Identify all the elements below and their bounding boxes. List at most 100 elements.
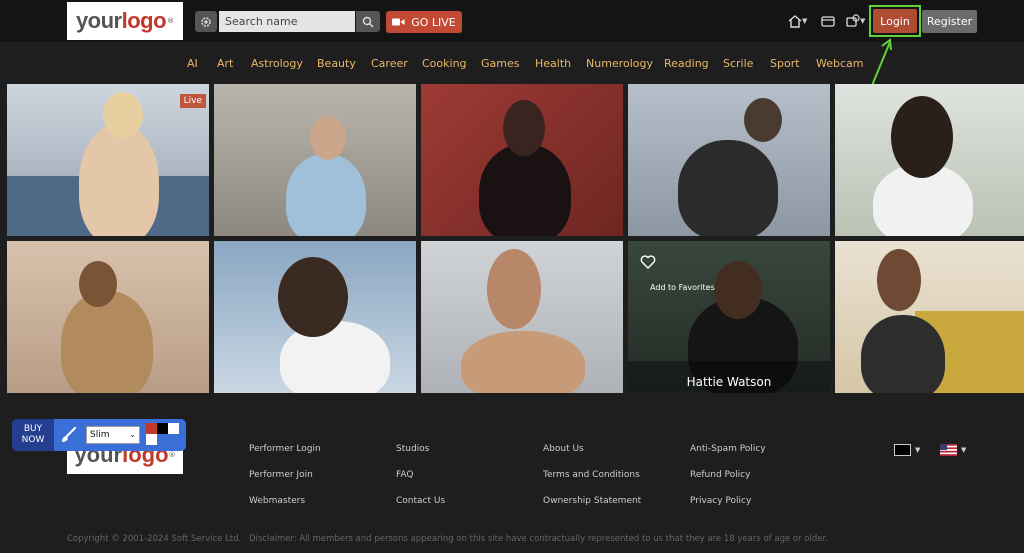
camera-settings-menu[interactable]: ▼: [846, 12, 865, 30]
performer-photo: [61, 291, 153, 393]
live-badge: Live: [179, 94, 206, 108]
performer-photo: [461, 331, 585, 393]
category-scrile[interactable]: Scrile: [723, 57, 753, 70]
logo-word-your: your: [75, 8, 122, 33]
performer-card-hovered[interactable]: Add to Favorites Hattie Watson: [628, 241, 830, 393]
home-menu[interactable]: ▼: [788, 12, 807, 30]
swatch-red[interactable]: [146, 423, 157, 434]
footer-link-terms[interactable]: Terms and Conditions: [543, 470, 640, 480]
home-icon: [788, 14, 802, 28]
footer-link-ownership[interactable]: Ownership Statement: [543, 496, 641, 506]
performer-card[interactable]: [628, 84, 830, 236]
performer-photo-head: [79, 261, 117, 307]
logo-word-logo: logo: [121, 8, 167, 33]
performer-card[interactable]: Live: [7, 84, 209, 236]
category-webcam[interactable]: Webcam: [816, 57, 864, 70]
register-button[interactable]: Register: [922, 10, 977, 33]
category-sport[interactable]: Sport: [770, 57, 800, 70]
search-input[interactable]: [219, 11, 355, 32]
performer-photo-head: [503, 100, 545, 156]
search-icon: [362, 16, 374, 28]
category-cooking[interactable]: Cooking: [422, 57, 467, 70]
settings-button[interactable]: [195, 11, 217, 32]
footer-link-performer-login[interactable]: Performer Login: [249, 444, 321, 454]
performer-card[interactable]: [214, 84, 416, 236]
disclaimer-text: Disclaimer: All members and persons appe…: [249, 534, 828, 544]
theme-select-value: Slim: [90, 430, 110, 440]
category-beauty[interactable]: Beauty: [317, 57, 356, 70]
camera-settings-icon: [846, 14, 860, 27]
footer-link-refund[interactable]: Refund Policy: [690, 470, 750, 480]
language-selector[interactable]: ▼: [940, 444, 966, 456]
logo-trademark: ®: [167, 17, 175, 25]
chevron-down-icon: ▼: [915, 446, 921, 454]
buy-now-line-1: BUY: [23, 424, 43, 434]
performer-card[interactable]: [421, 241, 623, 393]
us-flag-icon: [940, 444, 957, 456]
color-swatches: [146, 421, 182, 447]
dark-theme-icon: [894, 444, 911, 456]
site-footer: your logo ® BUY NOW Slim ⌄ Performer Log…: [0, 402, 1024, 553]
chevron-down-icon: ▼: [802, 17, 808, 25]
footer-link-anti-spam[interactable]: Anti-Spam Policy: [690, 444, 766, 454]
performer-photo-head: [278, 257, 348, 337]
performer-photo-head: [103, 92, 143, 138]
performer-photo: [286, 154, 366, 236]
add-to-favorites-label: Add to Favorites: [650, 283, 715, 292]
chevron-down-icon: ▼: [961, 446, 967, 454]
footer-link-about-us[interactable]: About Us: [543, 444, 584, 454]
category-health[interactable]: Health: [535, 57, 571, 70]
performer-photo: [79, 124, 159, 236]
category-games[interactable]: Games: [481, 57, 519, 70]
wallet-button[interactable]: [821, 12, 835, 30]
buy-now-button[interactable]: BUY NOW: [12, 419, 54, 451]
performer-card[interactable]: [7, 241, 209, 393]
performer-grid: Live Add to Favorites Hattie Watson: [0, 84, 1024, 394]
theme-select[interactable]: Slim ⌄: [86, 426, 140, 444]
footer-link-webmasters[interactable]: Webmasters: [249, 496, 305, 506]
go-live-label: GO LIVE: [411, 15, 456, 29]
performer-photo: [479, 144, 571, 236]
performer-photo-head: [487, 249, 541, 329]
footer-link-faq[interactable]: FAQ: [396, 470, 413, 480]
swatch-white-2[interactable]: [146, 434, 157, 445]
footer-link-studios[interactable]: Studios: [396, 444, 429, 454]
category-numerology[interactable]: Numerology: [586, 57, 653, 70]
category-ai[interactable]: AI: [187, 57, 198, 70]
login-button[interactable]: Login: [873, 9, 917, 33]
category-art[interactable]: Art: [217, 57, 233, 70]
category-career[interactable]: Career: [371, 57, 408, 70]
performer-photo-head: [877, 249, 921, 311]
go-live-button[interactable]: GO LIVE: [386, 11, 462, 33]
site-logo[interactable]: your logo ®: [67, 2, 183, 40]
wallet-icon: [821, 15, 835, 27]
performer-card[interactable]: [835, 241, 1024, 393]
performer-card[interactable]: [421, 84, 623, 236]
performer-photo-head: [891, 96, 953, 178]
footer-link-performer-join[interactable]: Performer Join: [249, 470, 313, 480]
heart-icon[interactable]: [640, 255, 656, 269]
video-camera-icon: [392, 18, 405, 26]
chevron-down-icon: ⌄: [129, 430, 136, 439]
logo-trademark: ®: [168, 451, 176, 459]
gear-icon: [201, 16, 211, 27]
performer-name[interactable]: Hattie Watson: [628, 375, 830, 389]
theme-customizer-bar: BUY NOW Slim ⌄: [12, 419, 186, 451]
paint-brush-icon[interactable]: [60, 426, 78, 444]
performer-card[interactable]: [214, 241, 416, 393]
customizer-panel: Slim ⌄: [54, 419, 186, 451]
swatch-white[interactable]: [168, 423, 179, 434]
search-button[interactable]: [356, 11, 380, 32]
swatch-black[interactable]: [157, 423, 168, 434]
chevron-down-icon: ▼: [860, 17, 866, 25]
copyright-text: Copyright © 2001-2024 Soft Service Ltd.: [67, 534, 242, 544]
buy-now-line-2: NOW: [21, 435, 45, 445]
footer-link-contact-us[interactable]: Contact Us: [396, 496, 445, 506]
performer-card[interactable]: [835, 84, 1024, 236]
category-reading[interactable]: Reading: [664, 57, 709, 70]
footer-link-privacy[interactable]: Privacy Policy: [690, 496, 751, 506]
performer-photo-head: [744, 98, 782, 142]
theme-toggle[interactable]: ▼: [894, 444, 920, 456]
performer-photo-head: [310, 116, 346, 160]
category-astrology[interactable]: Astrology: [251, 57, 303, 70]
